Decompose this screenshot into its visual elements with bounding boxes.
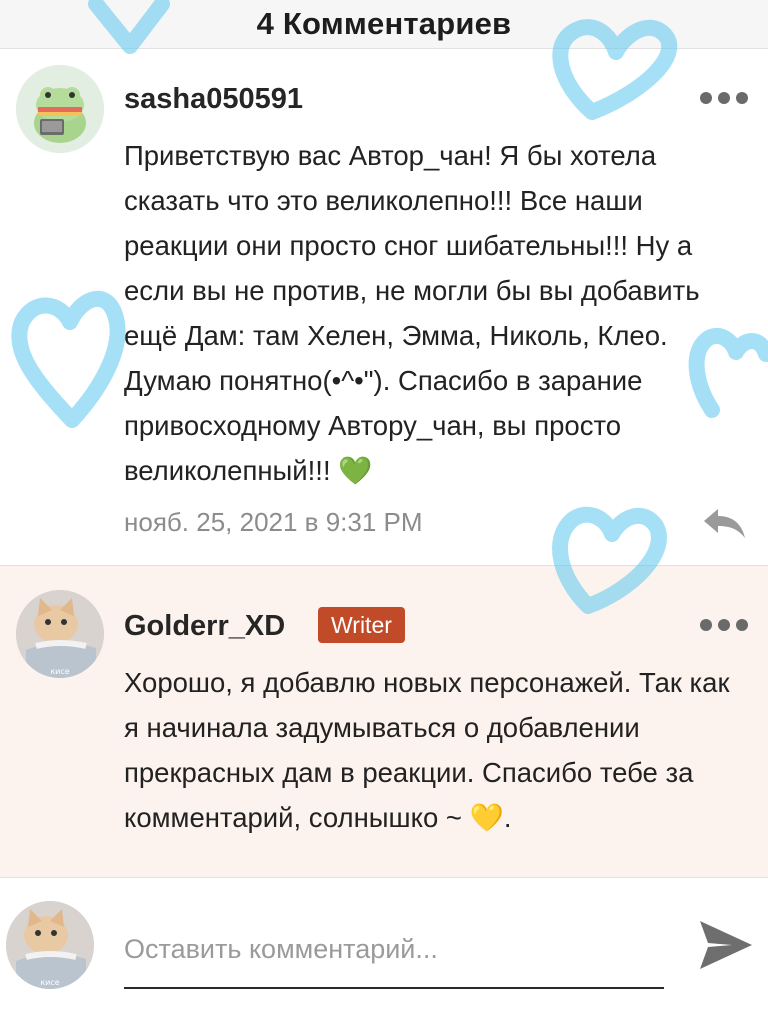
comments-count-title: 4 Комментариев — [256, 6, 512, 41]
user-avatar[interactable]: кисе — [16, 590, 104, 678]
more-options-icon[interactable] — [700, 91, 748, 105]
send-icon[interactable] — [696, 915, 756, 975]
current-user-avatar[interactable]: кисе — [6, 901, 94, 989]
cat-avatar-icon: кисе — [6, 901, 94, 989]
writer-badge: Writer — [318, 607, 405, 643]
more-options-icon[interactable] — [700, 618, 748, 632]
comment-username[interactable]: sasha050591 — [124, 83, 303, 116]
comment-timestamp: нояб. 25, 2021 в 9:31 PM — [124, 507, 423, 537]
comment-item: sasha050591 Приветствую вас Автор_чан! Я… — [0, 49, 768, 564]
user-avatar[interactable] — [16, 65, 104, 153]
comment-username[interactable]: Golderr_XD — [124, 610, 285, 643]
reply-arrow-icon[interactable] — [700, 505, 748, 541]
comment-item-author-reply: кисе Golderr_XD Writer Хорошо, я добавлю… — [0, 565, 768, 878]
frog-avatar-icon — [16, 65, 104, 153]
cat-avatar-icon: кисе — [16, 590, 104, 678]
comment-text: Хорошо, я добавлю новых персонажей. Так … — [124, 667, 730, 833]
avatar-caption: кисе — [50, 667, 69, 676]
comment-text: Приветствую вас Автор_чан! Я бы хотела с… — [124, 140, 700, 486]
avatar-caption: кисе — [40, 978, 59, 987]
comment-input[interactable] — [124, 911, 664, 989]
comment-composer: кисе — [0, 879, 768, 1024]
comments-header: 4 Комментариев — [0, 0, 768, 49]
